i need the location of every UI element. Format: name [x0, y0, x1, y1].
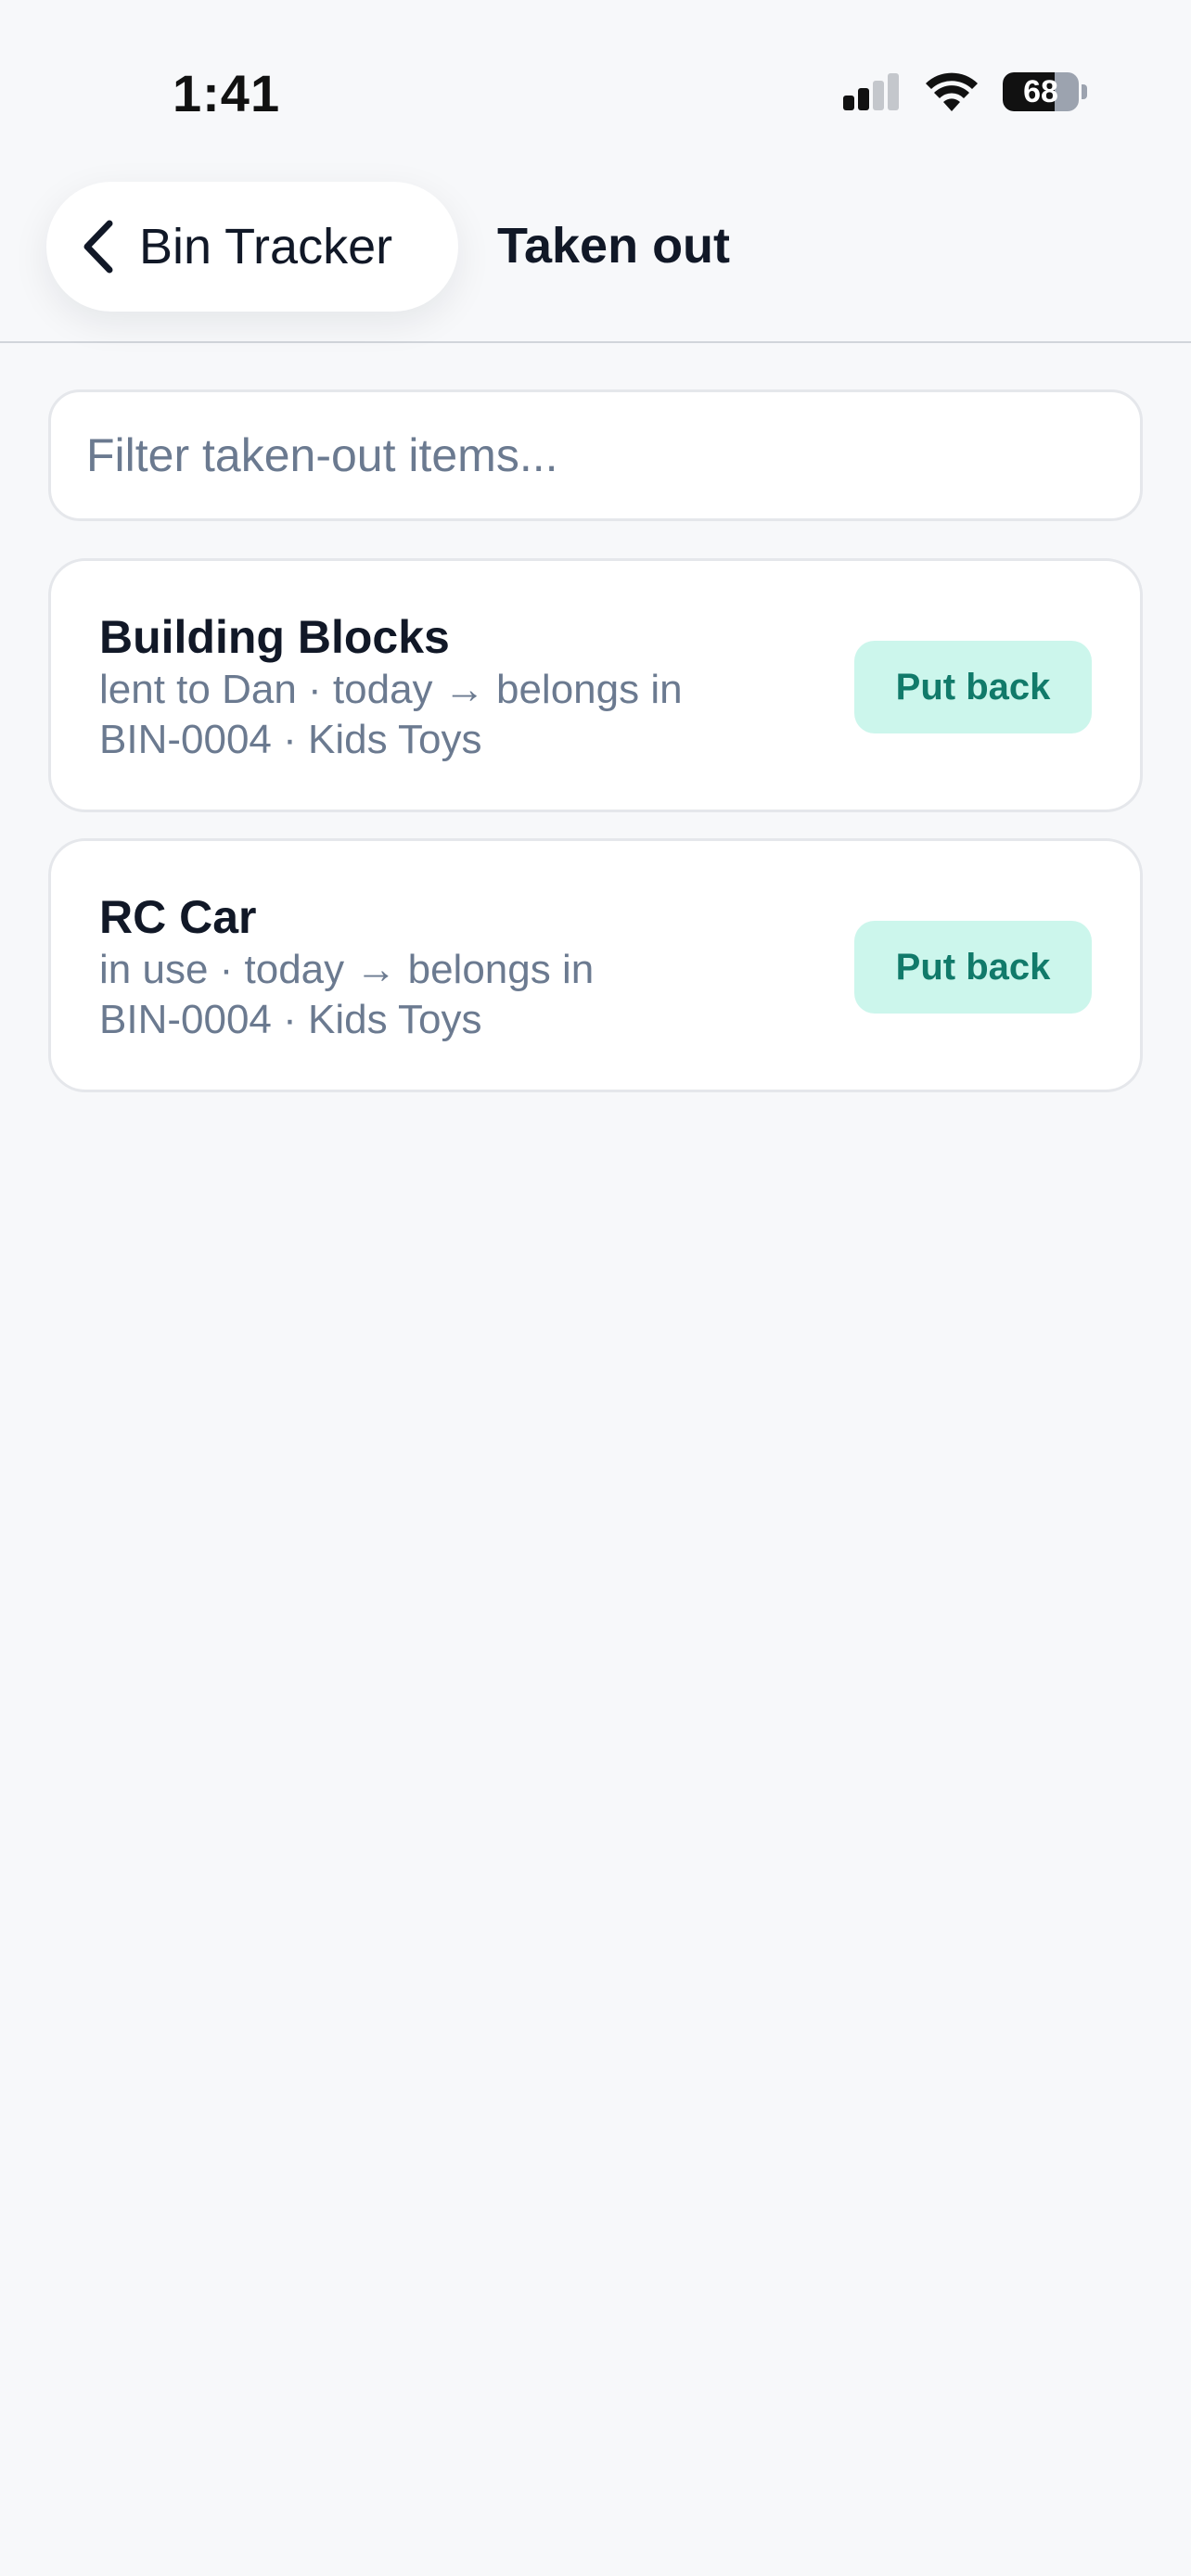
item-location: BIN-0004 · Kids Toys: [99, 717, 482, 762]
chevron-left-icon: [83, 220, 113, 274]
cellular-signal-icon: [843, 73, 899, 110]
item-text: Building Blocks lent to Dan · today → be…: [99, 609, 823, 765]
status-time: 1:41: [173, 64, 281, 122]
item-card-building-blocks: Building Blocks lent to Dan · today → be…: [48, 558, 1143, 812]
wifi-icon: [926, 72, 978, 111]
battery-body: 68: [1003, 72, 1079, 111]
item-location: BIN-0004 · Kids Toys: [99, 997, 482, 1042]
nav-header: Bin Tracker Taken out: [0, 182, 1191, 343]
back-button-label: Bin Tracker: [139, 219, 393, 274]
item-name: RC Car: [99, 891, 257, 943]
battery-level-text: 68: [1023, 73, 1058, 109]
back-button[interactable]: Bin Tracker: [46, 182, 458, 312]
battery-cap: [1082, 84, 1087, 99]
status-bar: 1:41 68: [0, 0, 1191, 185]
status-icons: 68: [843, 72, 1087, 111]
put-back-button[interactable]: Put back: [854, 641, 1092, 733]
put-back-button[interactable]: Put back: [854, 921, 1092, 1014]
item-status: lent to Dan · today → belongs in: [99, 667, 683, 712]
item-status: in use · today → belongs in: [99, 947, 595, 992]
page-title: Taken out: [497, 218, 731, 274]
battery-icon: 68: [1003, 72, 1087, 111]
item-text: RC Car in use · today → belongs in BIN-0…: [99, 889, 823, 1045]
taken-out-list: Building Blocks lent to Dan · today → be…: [48, 558, 1143, 1118]
item-name: Building Blocks: [99, 611, 450, 663]
filter-input[interactable]: [48, 389, 1143, 521]
item-card-rc-car: RC Car in use · today → belongs in BIN-0…: [48, 838, 1143, 1092]
